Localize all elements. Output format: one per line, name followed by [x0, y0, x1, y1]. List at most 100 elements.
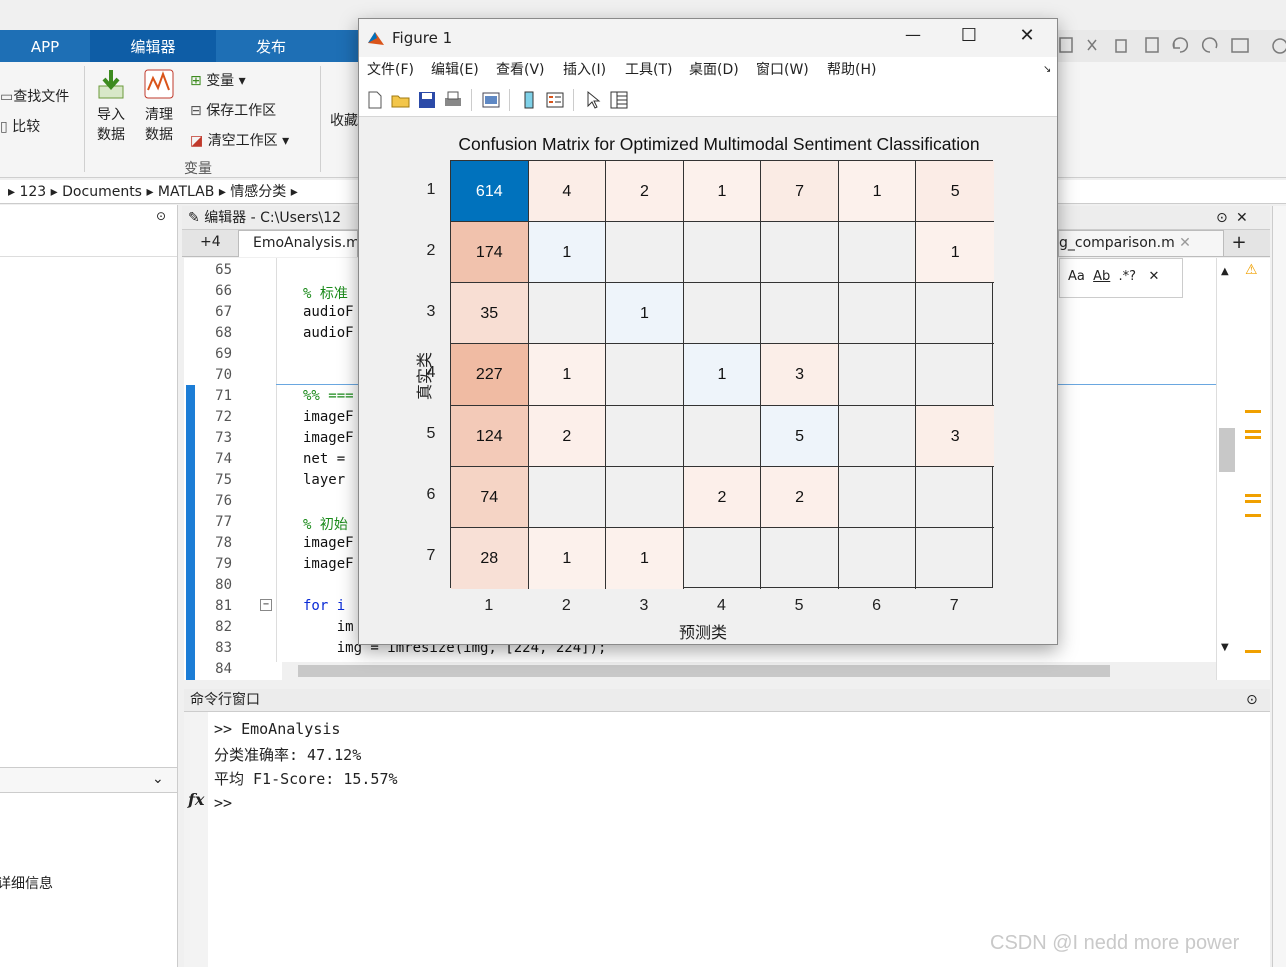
figure-title: Figure 1	[392, 29, 453, 47]
link-plot-icon[interactable]	[481, 90, 501, 110]
warning-marker[interactable]	[1245, 430, 1261, 433]
add-tab-button[interactable]: +	[1224, 230, 1254, 257]
line-number: 68	[215, 325, 232, 341]
menu-help[interactable]: 帮助(H)	[827, 57, 876, 83]
figure-menu-bar: 文件(F) 编辑(E) 查看(V) 插入(I) 工具(T) 桌面(D) 窗口(W…	[359, 57, 1057, 83]
favorites-button[interactable]: 收藏	[330, 110, 358, 130]
close-icon[interactable]: ✕	[1175, 235, 1191, 251]
match-case-toggle[interactable]: Aa	[1068, 269, 1085, 284]
legend-icon[interactable]	[545, 90, 565, 110]
matrix-cell: 614	[451, 161, 529, 223]
horizontal-scrollbar[interactable]	[282, 662, 1216, 680]
matrix-cell: 1	[683, 161, 762, 223]
breadcrumb-arrow-icon: ▸	[50, 184, 63, 200]
function-browser-icon[interactable]: fx	[188, 790, 204, 809]
warning-icon[interactable]: ⚠	[1245, 262, 1258, 278]
breadcrumb-item[interactable]: 123	[19, 184, 46, 200]
command-prompt[interactable]: >>	[214, 794, 232, 812]
close-icon[interactable]: ✕	[1149, 269, 1160, 284]
breadcrumb-arrow-icon: ▸	[218, 184, 231, 200]
matrix-cell: 7	[761, 161, 839, 223]
scroll-down-icon[interactable]: ▼	[1221, 642, 1229, 653]
details-header[interactable]: ⌄	[0, 767, 177, 793]
regex-toggle[interactable]: .*?	[1119, 269, 1137, 284]
tab-editor[interactable]: 编辑器	[90, 30, 216, 62]
menu-edit[interactable]: 编辑(E)	[431, 57, 479, 83]
matrix-cell: 1	[528, 344, 607, 406]
warning-marker[interactable]	[1245, 436, 1261, 439]
warning-marker[interactable]	[1245, 410, 1261, 413]
column-tick-label: 7	[949, 597, 959, 614]
menu-tools[interactable]: 工具(T)	[625, 57, 672, 83]
scrollbar-thumb[interactable]	[298, 665, 1110, 677]
matrix-cell: 35	[451, 283, 529, 345]
eraser-icon: ◪	[190, 133, 208, 149]
open-file-icon[interactable]	[391, 90, 411, 110]
warning-marker[interactable]	[1245, 494, 1261, 497]
code-line: imageF	[303, 430, 354, 446]
property-editor-icon[interactable]	[609, 90, 629, 110]
matrix-cell	[528, 466, 607, 528]
matrix-cell: 3	[761, 344, 839, 406]
import-arrow-icon	[98, 70, 124, 99]
pane-menu-icon[interactable]: ⊙	[156, 209, 166, 223]
matrix-cell	[838, 466, 917, 528]
import-data-button[interactable]: 导入 数据	[92, 68, 130, 144]
menu-window[interactable]: 窗口(W)	[756, 57, 809, 83]
clear-workspace-button[interactable]: ◪ 清空工作区 ▾	[190, 130, 289, 150]
clean-data-icon	[144, 69, 174, 99]
menu-file[interactable]: 文件(F)	[367, 57, 414, 83]
matrix-cell: 28	[451, 527, 529, 589]
breadcrumb-item[interactable]: Documents	[62, 184, 142, 200]
command-gutter	[184, 712, 208, 967]
fold-toggle-icon[interactable]: −	[260, 599, 272, 611]
menu-view[interactable]: 查看(V)	[496, 57, 545, 83]
tab-publish[interactable]: 发布	[216, 30, 326, 62]
warning-marker[interactable]	[1245, 514, 1261, 517]
matlab-logo-icon	[368, 32, 384, 45]
save-icon[interactable]	[417, 90, 437, 110]
tab-overflow[interactable]: +4	[200, 234, 221, 250]
tab-app[interactable]: APP	[0, 30, 90, 62]
editor-right-strip: Aa Ab .*? ✕ ⚠ ▲ ▼	[1059, 258, 1270, 680]
vertical-scrollbar-thumb[interactable]	[1219, 428, 1235, 472]
toolbar-separator	[471, 89, 472, 111]
compare-button[interactable]: ▯ 比较	[0, 116, 40, 136]
breadcrumb-arrow-icon: ▸	[290, 184, 298, 200]
maximize-button[interactable]: ☐	[955, 25, 983, 46]
tab-emoanalysis[interactable]: EmoAnalysis.m	[238, 230, 358, 257]
variable-button[interactable]: ⊞ 变量 ▾	[190, 70, 246, 90]
watermark: CSDN @I nedd more power	[990, 932, 1240, 954]
pointer-icon[interactable]	[583, 90, 603, 110]
save-workspace-button[interactable]: ⊟ 保存工作区	[190, 100, 276, 120]
warning-marker[interactable]	[1245, 650, 1261, 653]
clean-data-button[interactable]: 清理 数据	[140, 68, 178, 144]
close-button[interactable]: ✕	[1013, 25, 1041, 46]
breadcrumb-item[interactable]: 情感分类	[230, 184, 286, 200]
pane-menu-icon[interactable]: ⊙	[1246, 689, 1258, 712]
code-line: imageF	[303, 535, 354, 551]
colorbar-icon[interactable]	[519, 90, 539, 110]
code-line: imageF	[303, 409, 354, 425]
find-files-button[interactable]: ▭查找文件	[0, 86, 69, 106]
dock-icon[interactable]: ↘	[1043, 57, 1051, 83]
close-icon[interactable]: ✕	[1236, 206, 1248, 230]
breadcrumb-item[interactable]: MATLAB	[158, 184, 214, 200]
whole-word-toggle[interactable]: Ab	[1093, 269, 1110, 284]
menu-desktop[interactable]: 桌面(D)	[689, 57, 739, 83]
column-tick-label: 4	[717, 597, 726, 614]
minimize-button[interactable]: —	[899, 25, 927, 44]
matrix-cell: 5	[916, 161, 994, 223]
matrix-cell	[838, 283, 917, 345]
scroll-up-icon[interactable]: ▲	[1221, 266, 1229, 277]
command-window[interactable]: >> EmoAnalysis 分类准确率: 47.12% 平均 F1-Score…	[184, 712, 1270, 967]
matrix-cell	[916, 528, 994, 589]
quick-access-icons[interactable]	[1058, 30, 1286, 62]
new-figure-icon[interactable]	[365, 90, 385, 110]
tab-comparison[interactable]: g_comparison.m ✕	[1058, 230, 1224, 257]
menu-insert[interactable]: 插入(I)	[563, 57, 606, 83]
warning-marker[interactable]	[1245, 500, 1261, 503]
pane-menu-icon[interactable]: ⊙	[1216, 206, 1228, 230]
print-icon[interactable]	[443, 90, 463, 110]
find-icon: ▭	[0, 89, 14, 105]
